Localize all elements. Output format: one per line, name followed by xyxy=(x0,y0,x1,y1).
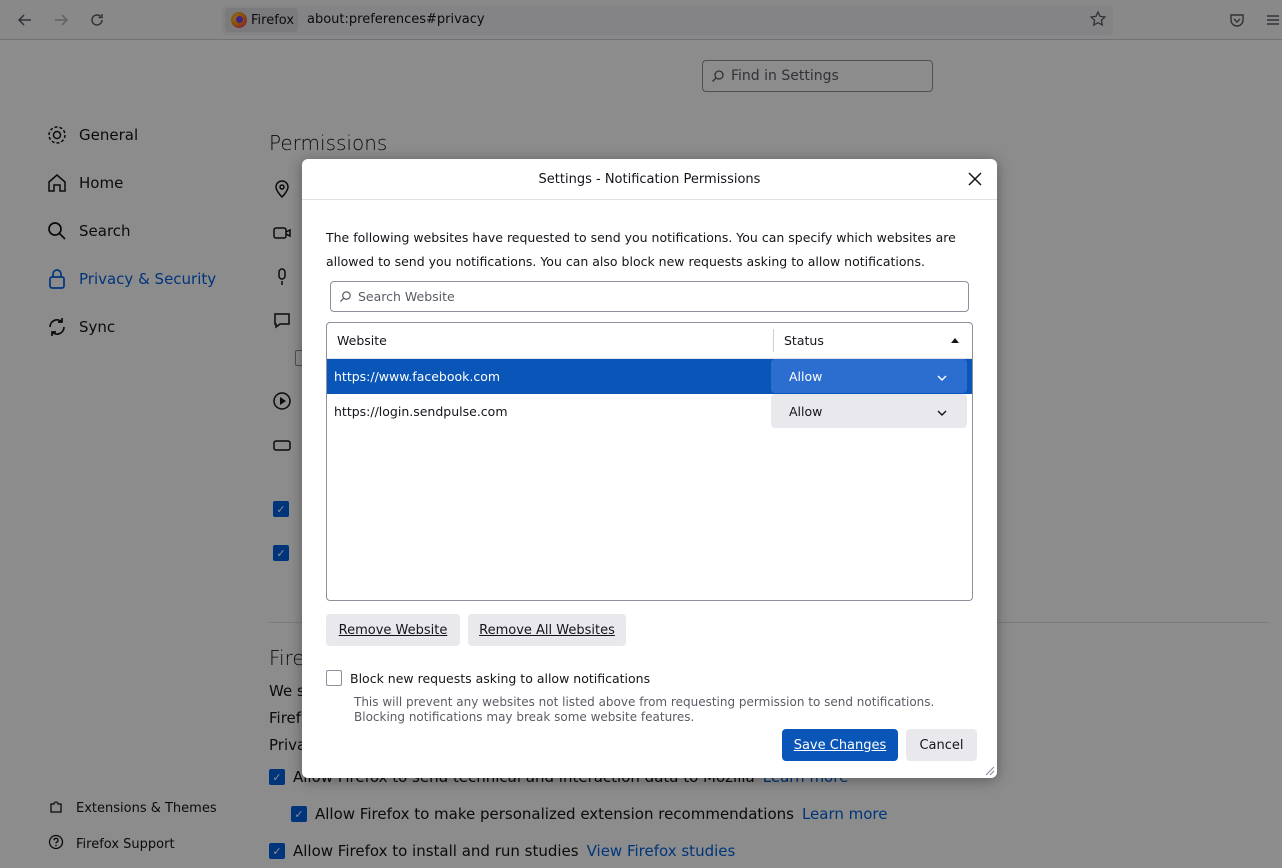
website-column-label: Website xyxy=(337,333,387,348)
status-select[interactable]: Allow xyxy=(771,394,967,428)
notification-permissions-dialog: Settings - Notification Permissions The … xyxy=(302,159,997,778)
search-placeholder: Search Website xyxy=(358,289,455,304)
table-row[interactable]: https://www.facebook.com Allow xyxy=(327,359,972,394)
list-header: Website Status xyxy=(327,323,972,359)
website-column-header[interactable]: Website xyxy=(327,329,774,352)
search-website-input[interactable]: Search Website xyxy=(330,281,969,312)
chevron-down-icon xyxy=(937,369,947,384)
dialog-description: The following websites have requested to… xyxy=(326,230,956,269)
website-list: Website Status https://www.facebook.com … xyxy=(326,322,973,601)
cancel-button[interactable]: Cancel xyxy=(906,729,977,761)
sort-ascending-icon xyxy=(950,333,960,348)
block-requests-note: This will prevent any websites not liste… xyxy=(354,695,935,724)
status-select[interactable]: Allow xyxy=(771,359,967,393)
resize-grip-icon[interactable] xyxy=(983,764,995,776)
website-cell: https://login.sendpulse.com xyxy=(334,404,508,419)
status-value: Allow xyxy=(789,403,823,419)
search-icon xyxy=(339,291,351,303)
save-label: Save Changes xyxy=(793,737,887,753)
remove-website-button[interactable]: Remove Website xyxy=(326,614,460,646)
table-row[interactable]: https://login.sendpulse.com Allow xyxy=(327,394,972,429)
block-requests-checkbox[interactable] xyxy=(326,670,342,686)
save-changes-button[interactable]: Save Changes xyxy=(782,729,898,761)
block-requests-row[interactable]: Block new requests asking to allow notif… xyxy=(326,670,650,686)
block-requests-label: Block new requests asking to allow notif… xyxy=(350,670,651,686)
chevron-down-icon xyxy=(937,404,947,419)
website-cell: https://www.facebook.com xyxy=(334,369,501,384)
status-column-label: Status xyxy=(784,333,824,348)
remove-all-label: Remove All Websites xyxy=(479,622,615,638)
status-column-header[interactable]: Status xyxy=(774,323,972,358)
cancel-label: Cancel xyxy=(919,737,964,753)
dialog-title: Settings - Notification Permissions xyxy=(302,159,997,200)
status-value: Allow xyxy=(789,368,823,384)
close-icon[interactable] xyxy=(965,169,985,189)
remove-website-label: Remove Website xyxy=(338,622,448,638)
remove-all-websites-button[interactable]: Remove All Websites xyxy=(468,614,626,646)
